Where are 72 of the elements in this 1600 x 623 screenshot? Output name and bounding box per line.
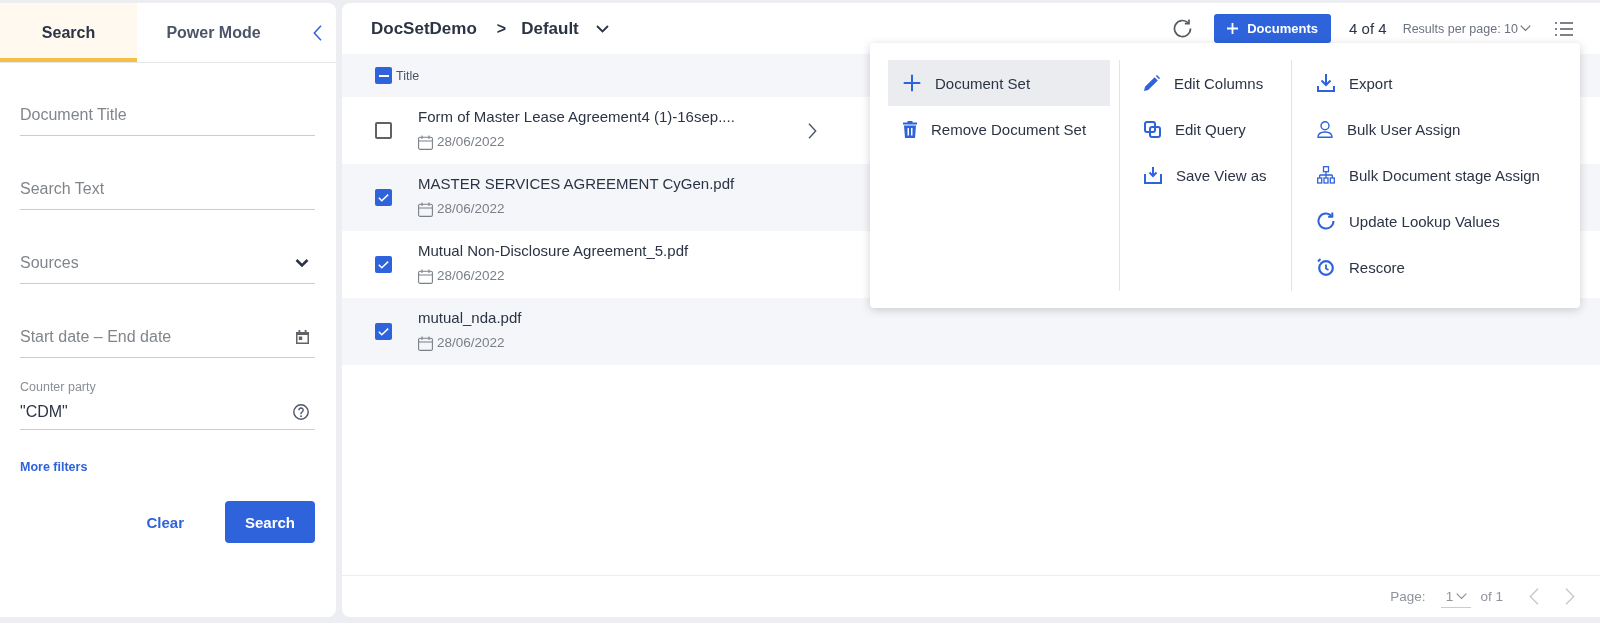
trash-icon: [903, 120, 917, 138]
document-title[interactable]: mutual_nda.pdf: [418, 308, 522, 328]
document-title[interactable]: MASTER SERVICES AGREEMENT CyGen.pdf: [418, 174, 735, 194]
add-documents-button[interactable]: Documents: [1214, 14, 1332, 43]
result-count: 4 of 4: [1349, 20, 1387, 37]
checkbox[interactable]: [375, 122, 392, 139]
list-icon[interactable]: [1555, 21, 1573, 36]
primary-button[interactable]: Search: [225, 501, 315, 543]
checkbox[interactable]: [375, 256, 392, 273]
breadcrumb-link[interactable]: DocSetDemo: [371, 18, 477, 39]
menu-item[interactable]: Update Lookup Values: [1317, 198, 1580, 244]
input-field[interactable]: Document Title: [20, 94, 315, 136]
menu-item[interactable]: Bulk User Assign: [1317, 106, 1580, 152]
more-filters-link[interactable]: More filters: [20, 460, 88, 474]
calendar-icon: [418, 268, 433, 284]
dropdown-field[interactable]: Sources: [20, 242, 315, 284]
user-icon: [1317, 120, 1333, 138]
plus-icon: [1227, 23, 1239, 34]
pencil-icon: [1144, 75, 1160, 91]
page-total: of 1: [1480, 589, 1503, 604]
tray-arrow-icon: [1144, 166, 1162, 184]
menu-item[interactable]: Bulk Document stage Assign: [1317, 152, 1580, 198]
checkbox[interactable]: [375, 323, 392, 340]
tab[interactable]: Power Mode: [137, 3, 290, 62]
select-all-checkbox[interactable]: [375, 67, 392, 84]
results-per-page-dropdown[interactable]: Results per page: 10: [1402, 21, 1531, 36]
menu-item[interactable]: Export: [1317, 60, 1580, 106]
checkmark-icon: [378, 193, 389, 202]
hierarchy-icon: [1317, 166, 1335, 184]
document-title[interactable]: Mutual Non-Disclosure Agreement_5.pdf: [418, 241, 689, 261]
menu-item[interactable]: Remove Document Set: [888, 106, 1110, 152]
chevron-down-icon[interactable]: [295, 258, 309, 268]
refresh-icon[interactable]: [1173, 19, 1193, 38]
document-title[interactable]: Form of Master Lease Agreement4 (1)-16sep....: [418, 107, 735, 127]
download-icon: [1317, 74, 1335, 92]
input-field[interactable]: Search Text: [20, 168, 315, 210]
chevron-right-icon[interactable]: [808, 122, 817, 139]
document-date: 28/06/2022: [437, 267, 505, 285]
document-date: 28/06/2022: [437, 200, 505, 218]
checkmark-icon: [378, 260, 389, 269]
menu-item[interactable]: Document Set: [888, 60, 1110, 106]
checkbox[interactable]: [375, 189, 392, 206]
checkmark-icon: [378, 327, 389, 336]
calendar-icon[interactable]: [296, 330, 309, 344]
input-field[interactable]: "CDM": [20, 394, 315, 430]
text-button[interactable]: Clear: [132, 501, 198, 543]
overlapping-squares-icon: [1144, 120, 1161, 138]
page-label: Page:: [1390, 589, 1426, 604]
plus-icon: [903, 74, 921, 92]
caret-icon: [595, 24, 609, 33]
calendar-icon: [418, 134, 433, 150]
view-dropdown[interactable]: Default: [521, 18, 609, 39]
menu-item[interactable]: Save View as: [1144, 152, 1291, 198]
menu-item[interactable]: Rescore: [1317, 244, 1580, 290]
clock-icon: [1317, 258, 1335, 276]
chevron-left-icon[interactable]: [313, 24, 322, 41]
calendar-icon: [418, 201, 433, 217]
document-date: 28/06/2022: [437, 334, 505, 352]
refresh-icon: [1317, 212, 1335, 230]
caret-icon: [1520, 25, 1531, 32]
document-date: 28/06/2022: [437, 133, 505, 151]
tab[interactable]: Search: [0, 3, 137, 62]
calendar-icon: [418, 335, 433, 351]
menu-item[interactable]: Edit Columns: [1144, 60, 1291, 106]
breadcrumb-separator: >: [496, 19, 507, 38]
menu-item[interactable]: Edit Query: [1144, 106, 1291, 152]
field-label: Counter party: [20, 380, 97, 394]
date-range-field[interactable]: Start date – End date: [20, 316, 315, 358]
minus-icon: [378, 74, 389, 77]
caret-icon: [1456, 592, 1468, 600]
help-icon[interactable]: [293, 404, 309, 420]
column-header[interactable]: Title: [396, 68, 420, 83]
